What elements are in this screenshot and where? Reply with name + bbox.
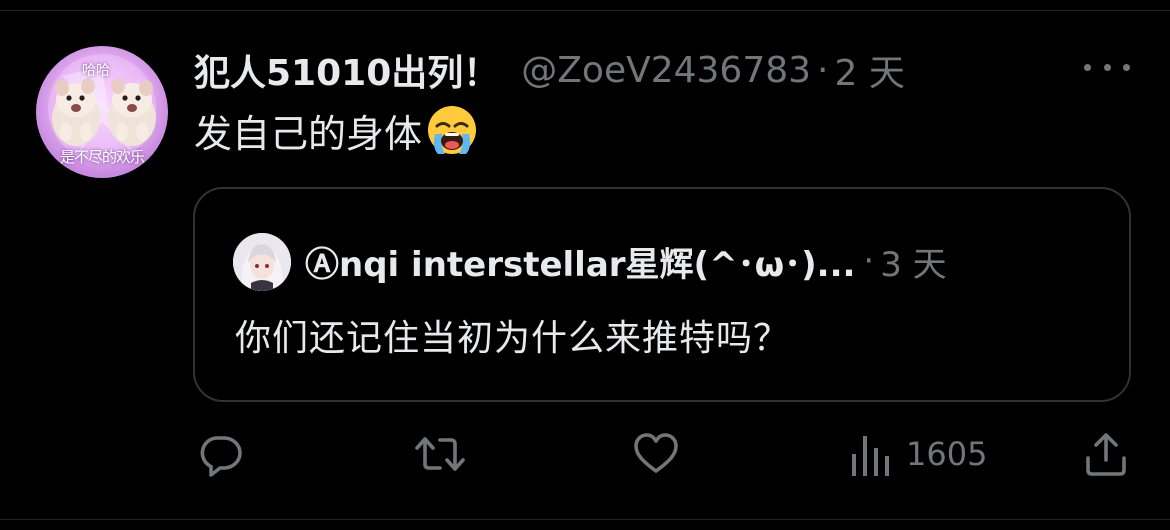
- share-button[interactable]: [1082, 426, 1130, 482]
- tweet-text: 发自己的身体: [194, 111, 423, 156]
- quoted-tweet-card[interactable]: Ⓐnqi interstellar星辉(^･ω･)... · 3 天 你们还记住…: [193, 187, 1131, 402]
- quoted-tweet-header: Ⓐnqi interstellar星辉(^･ω･)... · 3 天: [305, 235, 947, 287]
- author-display-name[interactable]: 犯人51010出列！: [194, 44, 499, 96]
- views-bar-chart-icon: [852, 436, 889, 476]
- retweet-button[interactable]: [414, 426, 466, 482]
- avatar-caption-top: 哈哈: [82, 63, 110, 79]
- like-button[interactable]: [632, 426, 680, 482]
- share-icon: [1086, 433, 1126, 476]
- avatar-caption-bottom: 是不尽的欢乐: [59, 148, 145, 166]
- header-separator: ·: [817, 49, 829, 91]
- quoted-header-separator: ·: [863, 241, 875, 281]
- top-divider: [0, 0, 1170, 11]
- author-avatar[interactable]: 哈哈 是不尽的欢乐: [36, 46, 168, 178]
- views-count: 1605: [906, 435, 988, 473]
- tweet-header: 犯人51010出列！ @ZoeV2436783 · 2 天: [194, 42, 905, 98]
- bottom-divider: [0, 519, 1170, 520]
- author-handle[interactable]: @ZoeV2436783: [521, 50, 811, 91]
- more-dot: [1123, 63, 1130, 71]
- quoted-avatar-image: [233, 233, 291, 291]
- reply-icon: [200, 436, 242, 477]
- quoted-tweet-text: 你们还记住当初为什么来推特吗？: [235, 318, 791, 359]
- quoted-author-display-name[interactable]: Ⓐnqi interstellar星辉(^･ω･)...: [305, 237, 855, 286]
- views-button[interactable]: 1605: [850, 426, 987, 482]
- quoted-tweet-timestamp[interactable]: 3 天: [880, 237, 946, 286]
- tweet-body: 发自己的身体: [194, 104, 478, 156]
- retweet-icon: [415, 437, 465, 471]
- loudly-crying-face-icon: [428, 106, 477, 154]
- tweet-action-bar: 1605: [0, 426, 1170, 482]
- reply-button[interactable]: [196, 426, 244, 482]
- more-horizontal-icon[interactable]: [1084, 60, 1130, 74]
- more-dot: [1084, 63, 1091, 71]
- heart-icon: [634, 433, 678, 473]
- tweet-timestamp[interactable]: 2 天: [835, 44, 905, 96]
- quoted-author-avatar[interactable]: [233, 233, 291, 291]
- more-dot: [1103, 63, 1111, 71]
